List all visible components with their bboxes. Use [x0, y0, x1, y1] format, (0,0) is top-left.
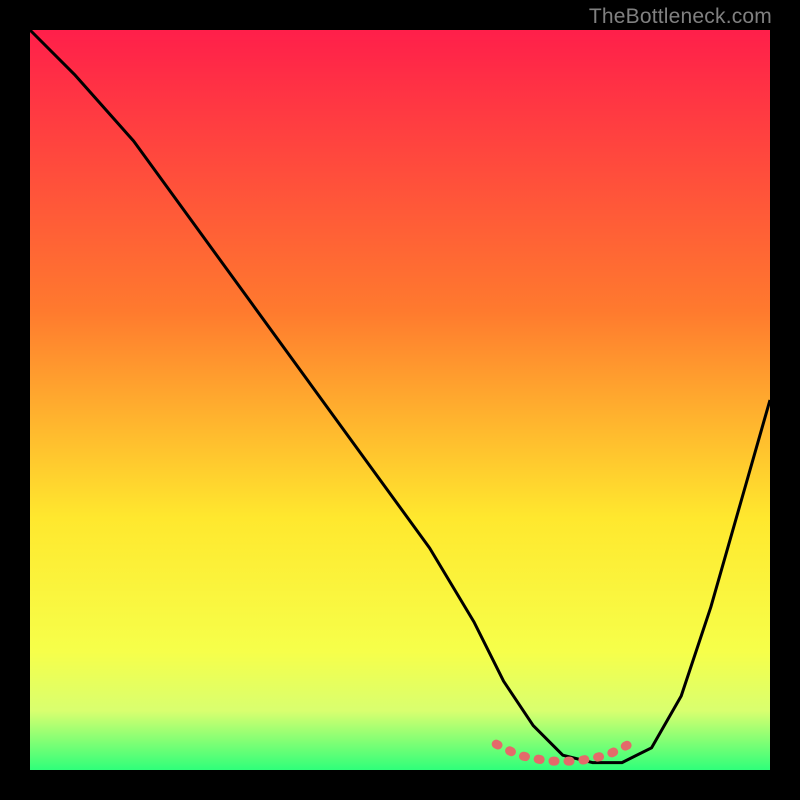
- plot-area: [30, 30, 770, 770]
- curve-layer: [30, 30, 770, 770]
- attribution-label: TheBottleneck.com: [589, 5, 772, 29]
- bottleneck-curve: [30, 30, 770, 763]
- accent-segment: [496, 744, 629, 761]
- chart-frame: TheBottleneck.com: [0, 0, 800, 800]
